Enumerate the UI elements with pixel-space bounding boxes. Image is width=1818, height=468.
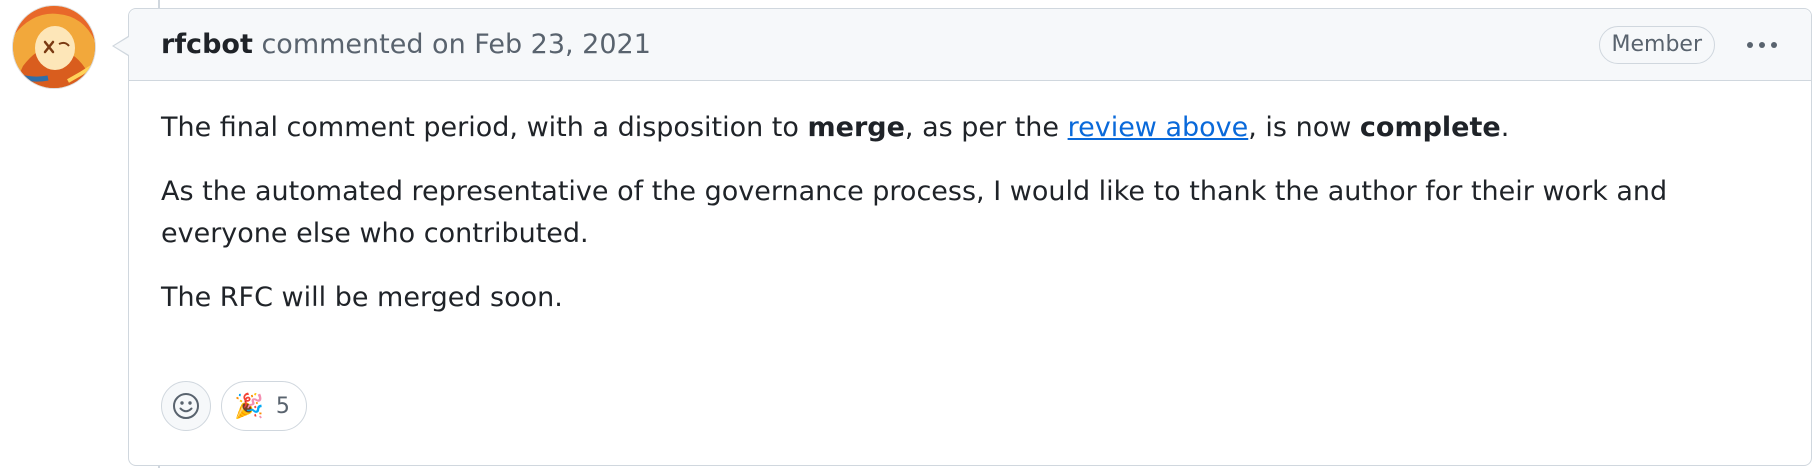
kebab-dot	[1771, 41, 1777, 48]
kebab-dot	[1747, 41, 1753, 48]
text-segment: , is now	[1248, 112, 1360, 143]
comment-caret-fill	[114, 37, 129, 55]
reactions-bar: 🎉 5	[161, 381, 307, 431]
comment-action-text[interactable]: commented on Feb 23, 2021	[261, 29, 650, 60]
comment-paragraph-2: As the automated representative of the g…	[161, 176, 1668, 249]
party-popper-icon: 🎉	[234, 392, 264, 420]
add-reaction-button[interactable]	[161, 381, 211, 431]
member-badge: Member	[1598, 25, 1715, 64]
reaction-hooray-button[interactable]: 🎉 5	[221, 381, 307, 431]
kebab-dot	[1759, 41, 1765, 48]
kebab-horizontal-icon[interactable]	[1743, 36, 1781, 54]
comment-header: rfcbot commented on Feb 23, 2021 Member	[129, 9, 1811, 81]
bold-complete: complete	[1359, 112, 1501, 143]
smiley-icon	[173, 393, 199, 419]
text-segment: .	[1500, 112, 1510, 143]
comment-paragraph-1: The final comment period, with a disposi…	[161, 107, 1779, 149]
avatar-illustration	[13, 6, 95, 88]
bold-merge: merge	[807, 112, 905, 143]
author-link[interactable]: rfcbot	[161, 29, 253, 60]
reaction-count: 5	[275, 393, 290, 419]
comment-box: rfcbot commented on Feb 23, 2021 Member …	[128, 8, 1812, 466]
avatar[interactable]	[13, 6, 95, 88]
comment-body: The final comment period, with a disposi…	[129, 81, 1811, 319]
comment-header-text: rfcbot commented on Feb 23, 2021	[161, 29, 1599, 60]
comment-paragraph-3: The RFC will be merged soon.	[161, 282, 563, 313]
text-segment: The final comment period, with a disposi…	[161, 112, 808, 143]
review-above-link[interactable]: review above	[1068, 112, 1249, 143]
text-segment: , as per the	[904, 112, 1068, 143]
